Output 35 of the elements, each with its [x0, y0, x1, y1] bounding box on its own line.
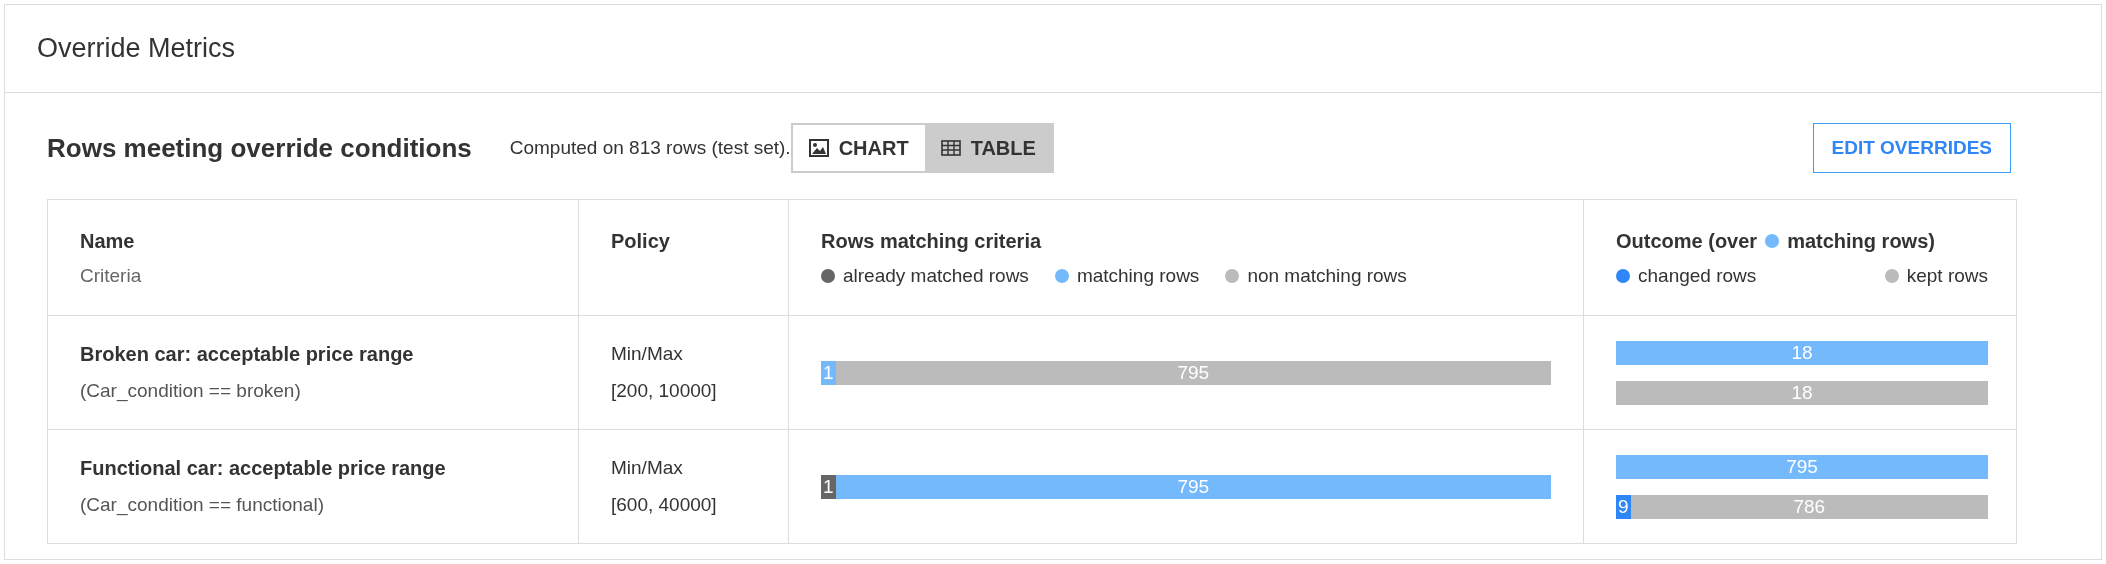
bar-segment: 786 [1630, 494, 1988, 519]
section-title: Rows meeting override conditions [47, 131, 472, 165]
column-title: Policy [611, 229, 671, 254]
bar-segment: 795 [835, 360, 1551, 385]
policy-range: [600, 40000] [611, 492, 718, 517]
policy-text: Min/Max [611, 456, 684, 480]
bar-segment: 18 [1616, 380, 1988, 405]
table-icon [940, 140, 961, 156]
column-title: Rows matching criteria [821, 229, 1043, 254]
bar-segment: 795 [1616, 454, 1988, 479]
row-name: Broken car: acceptable price range [80, 342, 415, 368]
column-subtitle: Criteria [80, 264, 143, 288]
policy-range: [200, 10000] [611, 378, 718, 403]
policy-text: Min/Max [611, 342, 684, 366]
row-criteria: (Car_condition == functional) [80, 493, 325, 518]
image-icon [808, 139, 829, 157]
column-title: matching rows) [1787, 229, 1935, 254]
legend-label: non matching rows [1247, 264, 1407, 288]
bar-segment: 1 [821, 360, 836, 385]
legend-label: kept rows [1906, 264, 1988, 288]
row-name: Functional car: acceptable price range [80, 456, 447, 482]
bar-segment: 18 [1616, 340, 1988, 365]
view-tab[interactable]: TABLE [924, 125, 1052, 171]
legend-label: matching rows [1076, 264, 1200, 288]
column-title: Outcome (over [1616, 229, 1758, 254]
legend-label: changed rows [1638, 264, 1757, 288]
bar-segment: 9 [1616, 494, 1631, 519]
legend-label: already matched rows [843, 264, 1029, 288]
bar-segment: 795 [835, 474, 1551, 499]
panel-title: Override Metrics [37, 32, 236, 66]
column-title: Name [80, 229, 136, 254]
row-criteria: (Car_condition == broken) [80, 379, 302, 404]
computed-note: Computed on 813 rows (test set). [509, 135, 791, 160]
edit-overrides-button[interactable]: EDIT OVERRIDES [1812, 123, 2011, 173]
bar-segment: 1 [821, 474, 836, 499]
